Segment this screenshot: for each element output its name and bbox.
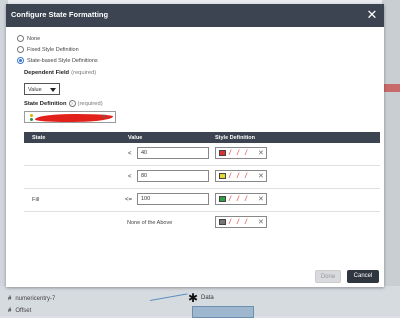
row-operator: <	[128, 174, 132, 180]
header-value: Value	[128, 135, 143, 141]
style-definition-picker[interactable]: / / / ✕	[215, 193, 267, 205]
slash-icon: /	[245, 219, 247, 226]
color-swatch	[219, 219, 226, 225]
header-style-definition: Style Definition	[215, 135, 256, 141]
slash-icon: /	[229, 196, 231, 203]
hash-icon: #	[8, 308, 12, 314]
required-hint: (required)	[77, 101, 103, 108]
state-definition-label: State Definition? (required)	[24, 100, 103, 107]
header-state: State	[32, 135, 46, 141]
slash-icon: /	[237, 173, 239, 180]
radio-label: None	[27, 35, 41, 42]
row-operator: <=	[125, 197, 133, 203]
backdrop-right-panel	[382, 0, 400, 316]
clear-icon[interactable]: ✕	[100, 114, 108, 122]
row-value-text: None of the Above	[127, 220, 173, 226]
table-row: < 80 / / / ✕	[24, 166, 380, 189]
close-icon[interactable]: ✕	[258, 149, 264, 158]
radio-circle-checked[interactable]	[17, 57, 24, 64]
cancel-button[interactable]: Cancel	[347, 270, 379, 283]
backdrop-row-label: numericentry-7	[15, 296, 56, 302]
color-swatch	[219, 196, 226, 202]
close-icon[interactable]: ✕	[258, 195, 264, 204]
state-dot-green-icon	[30, 118, 33, 121]
radio-label: State-based Style Definitions	[27, 57, 98, 64]
node-label: Data	[201, 295, 214, 301]
configure-state-formatting-dialog: Configure State Formatting ✕ None Fixed …	[6, 4, 384, 287]
color-swatch	[219, 150, 226, 156]
slash-icon: /	[245, 173, 247, 180]
backdrop-row[interactable]: # Offset	[8, 306, 31, 316]
dependent-field-label: Dependent Field (required)	[24, 70, 96, 76]
star-icon: ✱	[188, 291, 199, 305]
slash-icon: /	[237, 150, 239, 157]
close-icon[interactable]: ✕	[258, 218, 264, 227]
row-value-input[interactable]: 40	[137, 147, 209, 159]
slash-icon: /	[229, 173, 231, 180]
radio-circle[interactable]	[17, 46, 24, 53]
required-hint: (required)	[71, 70, 97, 76]
chevron-down-icon[interactable]	[50, 88, 56, 92]
state-definition-title: State Definition	[24, 101, 67, 108]
table-row: < 40 / / / ✕	[24, 143, 380, 166]
slash-icon: /	[245, 150, 247, 157]
style-definition-picker[interactable]: / / / ✕	[215, 170, 267, 182]
select-value: Value	[28, 87, 42, 93]
backdrop-row-label: Offset	[15, 308, 32, 314]
dependent-field-select[interactable]: Value	[24, 83, 60, 95]
dependent-field-title: Dependent Field	[24, 70, 70, 76]
slash-icon: /	[229, 150, 231, 157]
hash-icon: #	[8, 296, 12, 302]
row-value-input[interactable]: 80	[137, 170, 209, 182]
state-dot-yellow-icon	[30, 114, 33, 117]
radio-state-based[interactable]: State-based Style Definitions	[17, 56, 98, 65]
done-button[interactable]: Done	[315, 270, 341, 283]
table-header: State Value Style Definition	[24, 132, 380, 143]
radio-circle[interactable]	[17, 35, 24, 42]
color-swatch	[219, 173, 226, 179]
close-icon[interactable]: ✕	[258, 172, 264, 181]
info-icon[interactable]: ?	[68, 100, 76, 107]
slash-icon: /	[229, 219, 231, 226]
radio-none[interactable]: None	[17, 34, 40, 43]
dialog-title: Configure State Formatting	[11, 10, 109, 19]
row-value-input[interactable]: 100	[137, 193, 209, 205]
slash-icon: /	[237, 196, 239, 203]
table-row: None of the Above / / / ✕	[24, 212, 380, 234]
close-icon[interactable]: ✕	[365, 7, 379, 23]
backdrop-node[interactable]	[192, 306, 254, 318]
radio-fixed-style[interactable]: Fixed Style Definition	[17, 45, 79, 54]
style-definition-picker[interactable]: / / / ✕	[215, 147, 267, 159]
style-definition-picker[interactable]: / / / ✕	[215, 216, 267, 228]
slash-icon: /	[245, 196, 247, 203]
row-operator: <	[128, 151, 132, 157]
radio-label: Fixed Style Definition	[27, 46, 79, 53]
table-row: Fill <= 100 / / / ✕	[24, 189, 380, 212]
row-state: Fill	[32, 197, 40, 203]
dialog-header: Configure State Formatting ✕	[6, 4, 384, 27]
backdrop-right-highlight	[382, 84, 400, 92]
slash-icon: /	[237, 219, 239, 226]
backdrop-row[interactable]: # numericentry-7	[8, 294, 55, 304]
